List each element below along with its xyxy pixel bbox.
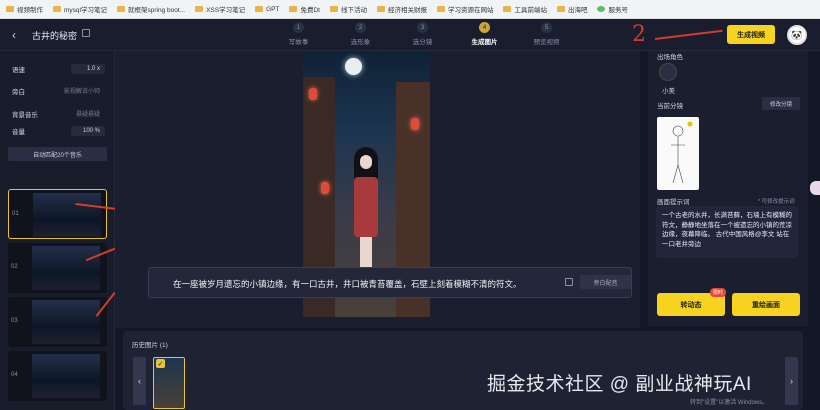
folder-icon (556, 6, 565, 12)
history-next-button[interactable]: › (785, 357, 798, 405)
project-title: 古井的秘密 (32, 31, 78, 41)
top-bar: ‹ 古井的秘密 1 写故事 2 选形象 3 选分镜 4 生成图片 5 预览视频 (0, 19, 820, 51)
windows-activation-text: 转到"设置"以激活 Windows。 (690, 400, 769, 406)
prompt-textarea[interactable]: 一个古老的水井，长满苔藓，石墙上有模糊的符文，静静地坐落在一个被遗忘的小镇的荒凉… (656, 206, 798, 258)
lantern-shape (309, 88, 317, 100)
speed-setting: 语速 1.0 x (12, 64, 105, 74)
bookmark-item[interactable]: 免费Dt (289, 4, 320, 14)
check-icon: ✓ (156, 359, 165, 368)
scene-image (32, 246, 100, 290)
speed-select[interactable]: 1.0 x (71, 64, 105, 74)
step-preview-video[interactable]: 5 预览视频 (526, 22, 567, 46)
annotation-number: 2 (632, 22, 646, 47)
history-prev-button[interactable]: ‹ (133, 357, 146, 405)
folder-icon (376, 6, 385, 12)
bookmark-item[interactable]: 学习资源在网站 (436, 4, 493, 14)
user-avatar[interactable]: 🐼 (787, 25, 807, 45)
folder-icon (329, 6, 338, 12)
generate-video-button[interactable]: 生成视频 (727, 25, 775, 44)
step-navigator: 1 写故事 2 选形象 3 选分镜 4 生成图片 5 预览视频 (278, 22, 567, 46)
edit-storyboard-button[interactable]: 修改分镜 (762, 97, 800, 110)
folder-icon (116, 6, 125, 12)
scene-thumbnail[interactable]: 02 (8, 243, 107, 293)
step-choose-storyboard[interactable]: 3 选分镜 (402, 22, 443, 46)
folder-icon (289, 6, 298, 12)
edit-icon[interactable] (565, 278, 573, 286)
folder-icon (195, 6, 204, 12)
scene-thumbnail[interactable]: 04 (8, 351, 107, 401)
bookmark-item[interactable]: 工具前端站 (503, 4, 547, 14)
history-title: 历史图片 (1) (132, 342, 168, 349)
redraw-button[interactable]: 重绘画面 (732, 293, 800, 316)
bookmark-item[interactable]: GPT (255, 6, 279, 13)
music-setting: 背景音乐 悬疑悬疑 (12, 107, 105, 120)
auto-match-music-button[interactable]: 自动匹配20个音乐 (8, 147, 107, 161)
side-handle[interactable] (810, 181, 820, 195)
bookmarks-bar: 视频制作 mysql学习笔记 就框架spring boot... XSS学习笔记… (0, 0, 820, 19)
bookmark-item[interactable]: 就框架spring boot... (116, 4, 185, 14)
character-avatar[interactable] (659, 63, 677, 81)
scene-thumbnail[interactable]: 03 (8, 297, 107, 347)
narration-setting: 旁白 影视解说小帅 (12, 84, 105, 97)
storyboard-label: 当前分镜 (657, 103, 683, 110)
bookmark-item[interactable]: XSS学习笔记 (195, 4, 245, 14)
back-arrow-icon[interactable]: ‹ (12, 28, 16, 42)
sketch-figure-icon (671, 121, 693, 184)
volume-input[interactable]: 100 % (71, 126, 105, 136)
prompt-hint: * 可修改提示词 (758, 199, 795, 205)
lantern-shape (321, 182, 329, 194)
folder-icon (255, 6, 264, 12)
narration-dub-button[interactable]: 旁白配音 (580, 275, 631, 289)
folder-icon (436, 6, 445, 12)
scene-caption: 在一座被岁月遗忘的小镇边缘，有一口古井，井口被青苔覆盖，石壁上刻着模糊不清的符文… (148, 267, 632, 298)
edit-icon[interactable] (82, 29, 90, 37)
folder-icon (6, 6, 14, 12)
step-generate-images[interactable]: 4 生成图片 (464, 22, 505, 46)
watermark-text: 掘金技术社区 @ 副业战神玩AI (487, 374, 752, 395)
scene-image (32, 354, 100, 398)
step-write-story[interactable]: 1 写故事 (278, 22, 319, 46)
music-select[interactable]: 悬疑悬疑 (71, 107, 105, 120)
scene-image (32, 300, 100, 344)
bookmark-item[interactable]: 线下活动 (329, 4, 367, 14)
bookmark-item[interactable]: 出海吧 (556, 4, 587, 14)
lantern-shape (411, 118, 419, 130)
bookmark-item[interactable]: 服务号 (597, 4, 628, 14)
scene-image (33, 193, 101, 237)
character-header: 出场角色 (657, 54, 683, 61)
narration-select[interactable]: 影视解说小帅 (59, 84, 105, 97)
volume-setting: 音量 100 % (12, 126, 105, 136)
scene-thumbnail[interactable]: 01 (8, 189, 107, 239)
character-name: 小美 (662, 88, 675, 95)
bookmark-item[interactable]: 视频制作 (6, 4, 43, 14)
folder-icon (53, 6, 61, 12)
bookmark-item[interactable]: 经济相关财报 (376, 4, 427, 14)
service-icon (597, 6, 606, 12)
limited-badge: 限时 (710, 288, 727, 297)
moon-shape (345, 58, 362, 75)
step-choose-character[interactable]: 2 选形象 (340, 22, 381, 46)
prompt-label: 画面提示词 (657, 199, 690, 206)
character-figure (351, 147, 381, 269)
bookmark-item[interactable]: mysql学习笔记 (53, 4, 107, 14)
caption-text: 在一座被岁月遗忘的小镇边缘，有一口古井，井口被青苔覆盖，石壁上刻着模糊不清的符文… (173, 279, 522, 289)
folder-icon (503, 6, 512, 12)
storyboard-sketch[interactable] (657, 117, 699, 190)
